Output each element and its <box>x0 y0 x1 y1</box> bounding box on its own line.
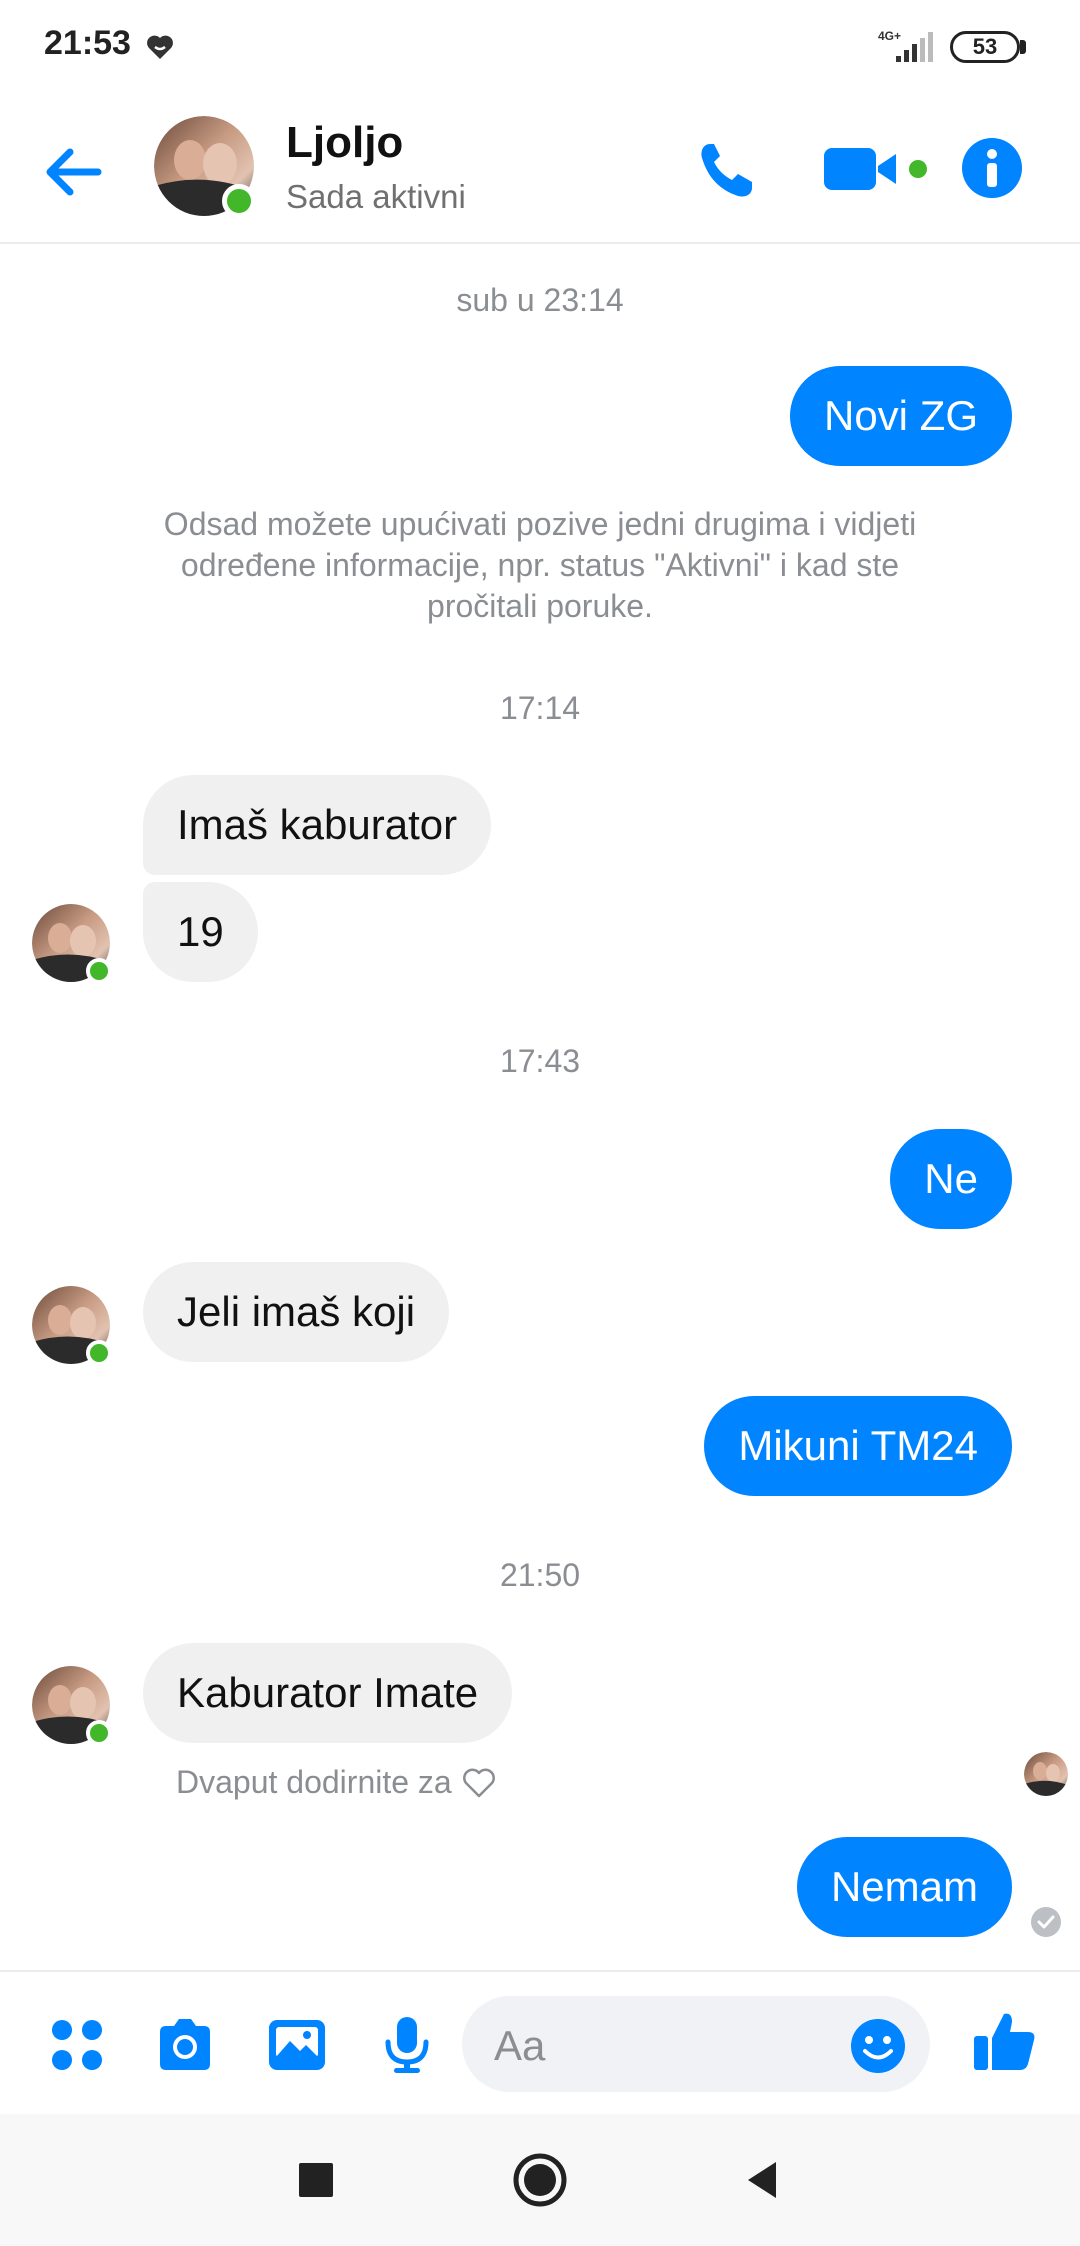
signal-icon: 4G+ <box>878 29 933 62</box>
gallery-icon[interactable] <box>266 2014 328 2076</box>
back-arrow-icon[interactable] <box>38 136 110 208</box>
battery-nub <box>1020 40 1026 54</box>
timestamp: sub u 23:14 <box>456 282 624 318</box>
battery-level: 53 <box>972 34 998 59</box>
status-time: 21:53 <box>44 24 131 62</box>
phone-icon[interactable] <box>690 134 762 206</box>
info-icon[interactable] <box>956 132 1028 204</box>
thumbs-up-icon[interactable] <box>972 2008 1038 2074</box>
video-camera-icon[interactable] <box>820 136 930 202</box>
reaction-hint[interactable]: Dvaput dodirnite za <box>176 1764 496 1801</box>
message-input[interactable]: Aa <box>462 1996 930 2092</box>
network-type-label: 4G+ <box>878 29 901 43</box>
outgoing-message[interactable]: Mikuni TM24 <box>704 1396 1012 1496</box>
outgoing-message[interactable]: Novi ZG <box>789 366 1012 466</box>
incoming-message[interactable]: 19 <box>143 882 258 982</box>
home-button-icon[interactable] <box>510 2150 570 2210</box>
message-composer: Aa <box>0 1970 1080 2114</box>
microphone-icon[interactable] <box>376 2014 438 2076</box>
emoji-icon[interactable] <box>850 2018 906 2074</box>
contact-status: Sada aktivni <box>286 178 466 215</box>
contact-name[interactable]: Ljoljo <box>286 118 403 168</box>
camera-icon[interactable] <box>154 2014 216 2076</box>
more-apps-icon[interactable] <box>46 2014 108 2076</box>
heart-status-icon <box>147 35 173 59</box>
heart-outline-icon <box>462 1768 495 1797</box>
incoming-message[interactable]: Kaburator Imate <box>143 1643 513 1743</box>
battery-icon: 53 <box>950 31 1020 63</box>
back-nav-icon[interactable] <box>732 2150 792 2210</box>
incoming-message[interactable]: Imaš kaburator <box>143 775 492 875</box>
navigation-bar <box>0 2114 1080 2246</box>
online-indicator <box>86 1720 112 1746</box>
incoming-message[interactable]: Jeli imaš koji <box>143 1262 450 1362</box>
timestamp: 17:14 <box>499 690 581 726</box>
outgoing-message[interactable]: Nemam <box>796 1837 1012 1937</box>
online-indicator <box>222 184 256 218</box>
messenger-chat-screen: 21:53 4G+ 53 Ljoljo Sada aktivni sub u 2… <box>0 0 1080 2246</box>
delivered-check-icon <box>1031 1907 1061 1937</box>
system-message: Odsad možete upućivati pozive jedni drug… <box>163 506 917 624</box>
status-bar: 21:53 4G+ 53 <box>0 0 1080 96</box>
timestamp: 17:43 <box>499 1043 581 1079</box>
seen-avatar <box>1024 1752 1068 1796</box>
chat-header: Ljoljo Sada aktivni <box>0 96 1080 244</box>
timestamp: 21:50 <box>499 1557 581 1593</box>
online-indicator <box>86 1340 112 1366</box>
online-indicator <box>86 958 112 984</box>
outgoing-message[interactable]: Ne <box>890 1129 1012 1229</box>
reaction-hint-text: Dvaput dodirnite za <box>176 1764 452 1800</box>
recent-apps-icon[interactable] <box>286 2150 346 2210</box>
message-input-placeholder: Aa <box>494 2022 546 2069</box>
